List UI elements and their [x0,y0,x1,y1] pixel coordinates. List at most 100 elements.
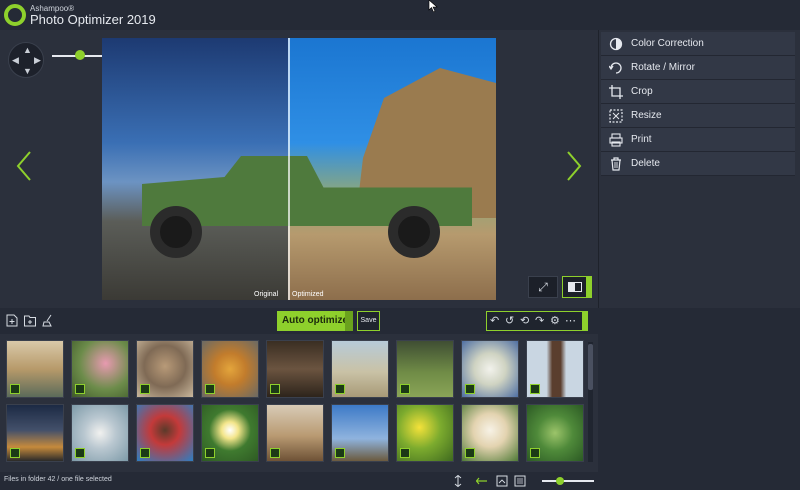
thumbnail-checkbox[interactable] [270,448,280,458]
app-logo [4,4,26,26]
save-button[interactable]: Save [357,311,380,331]
menu-item-delete[interactable]: Delete [601,152,795,176]
grid-view-icon[interactable] [496,475,508,487]
menu-item-label: Color Correction [631,38,704,49]
menu-item-crop[interactable]: Crop [601,80,795,104]
thumbnail-checkbox[interactable] [530,384,540,394]
pan-down-icon[interactable]: ▼ [23,67,32,76]
thumbnail[interactable] [201,340,259,398]
optimized-label: Optimized [292,291,324,298]
thumbnail-checkbox[interactable] [530,448,540,458]
expand-icon: ⤢ [538,280,548,294]
auto-optimize-button[interactable]: Auto optimize [277,311,353,331]
thumbnail-checkbox[interactable] [270,384,280,394]
thumbnail-checkbox[interactable] [75,448,85,458]
menu-item-label: Crop [631,86,653,97]
thumbnail[interactable] [71,404,129,462]
thumbnail-grid [0,334,598,472]
thumbnail-checkbox[interactable] [465,384,475,394]
fullscreen-button[interactable]: ⤢ [528,276,558,298]
flip-icon[interactable]: ⟲ [520,314,529,328]
thumbnail[interactable] [136,340,194,398]
menu-item-print[interactable]: Print [601,128,795,152]
menu-item-rotate-mirror[interactable]: Rotate / Mirror [601,56,795,80]
thumbnail[interactable] [266,340,324,398]
color-correction-icon [609,37,623,51]
status-bar: Files in folder 42 / one file selected [0,472,800,490]
tools-panel: Color Correction Rotate / Mirror Crop Re… [598,30,800,308]
photo-preview[interactable]: Original Optimized [102,38,496,300]
original-label: Original [254,291,279,298]
compare-dropdown[interactable] [586,277,591,297]
thumbnail[interactable] [71,340,129,398]
thumbnail-scrollbar-thumb[interactable] [588,344,593,390]
add-folder-icon[interactable] [24,314,36,327]
thumbnail[interactable] [461,340,519,398]
pan-right-icon[interactable]: ▶ [34,56,41,65]
thumbnail[interactable] [266,404,324,462]
crop-icon [609,85,623,99]
photo-wheel-rear [388,206,440,258]
menu-item-color-correction[interactable]: Color Correction [601,32,795,56]
menu-item-label: Print [631,134,652,145]
mouse-cursor-icon [428,0,438,12]
photo-wheel-front [150,206,202,258]
rotate-right-icon[interactable]: ↷ [535,314,544,328]
compare-view-button[interactable] [562,276,592,298]
thumbnail[interactable] [6,404,64,462]
zoom-slider-handle[interactable] [75,50,85,60]
thumbnail-checkbox[interactable] [465,448,475,458]
rotate-icon [609,62,622,74]
auto-optimize-dropdown[interactable] [345,311,353,331]
clear-list-icon[interactable] [42,314,54,327]
thumbnail-checkbox[interactable] [400,448,410,458]
thumbnail[interactable] [331,340,389,398]
thumbnail-checkbox[interactable] [140,448,150,458]
app-title: Photo Optimizer 2019 [30,12,156,27]
thumbnail-size-slider[interactable] [542,480,594,482]
thumbnail[interactable] [136,404,194,462]
more-options-icon[interactable]: ⋯ [565,314,576,328]
thumbnail[interactable] [526,404,584,462]
thumbnail-size-slider-handle[interactable] [556,477,564,485]
vertical-resize-icon[interactable] [452,475,464,487]
rotate-dropdown[interactable] [582,312,587,330]
thumbnail[interactable] [526,340,584,398]
pan-navigator[interactable]: ▲ ▼ ◀ ▶ [8,42,44,78]
thumbnail-toolbar: Auto optimize Save ↶ ↺ ⟲ ↷ ⚙ ⋯ [0,308,598,334]
thumbnail[interactable] [396,340,454,398]
undo-all-icon[interactable]: ↺ [505,314,514,328]
previous-image-arrow-icon[interactable] [14,150,34,182]
settings-gear-icon[interactable]: ⚙ [550,314,560,328]
thumbnail-checkbox[interactable] [335,448,345,458]
horizontal-layout-icon[interactable] [476,475,488,487]
pan-left-icon[interactable]: ◀ [12,56,19,65]
menu-item-label: Rotate / Mirror [631,62,695,73]
thumbnail-checkbox[interactable] [75,384,85,394]
menu-item-label: Resize [631,110,662,121]
title-bar: Ashampoo® Photo Optimizer 2019 [0,0,800,30]
resize-icon [609,109,623,123]
thumbnail-checkbox[interactable] [205,448,215,458]
next-image-arrow-icon[interactable] [564,150,584,182]
thumbnail[interactable] [396,404,454,462]
rotate-left-icon[interactable]: ↶ [490,314,499,328]
thumbnail-checkbox[interactable] [140,384,150,394]
thumbnail[interactable] [331,404,389,462]
thumbnail[interactable] [461,404,519,462]
pan-up-icon[interactable]: ▲ [23,46,32,55]
thumbnail[interactable] [6,340,64,398]
thumbnail-checkbox[interactable] [335,384,345,394]
menu-item-label: Delete [631,158,660,169]
compare-divider[interactable] [288,38,290,300]
thumbnail-checkbox[interactable] [400,384,410,394]
split-view-icon [568,282,582,292]
thumbnail-checkbox[interactable] [10,384,20,394]
status-text: Files in folder 42 / one file selected [4,476,112,483]
add-file-icon[interactable] [6,314,18,327]
thumbnail-checkbox[interactable] [205,384,215,394]
list-view-icon[interactable] [514,475,526,487]
thumbnail[interactable] [201,404,259,462]
thumbnail-checkbox[interactable] [10,448,20,458]
menu-item-resize[interactable]: Resize [601,104,795,128]
